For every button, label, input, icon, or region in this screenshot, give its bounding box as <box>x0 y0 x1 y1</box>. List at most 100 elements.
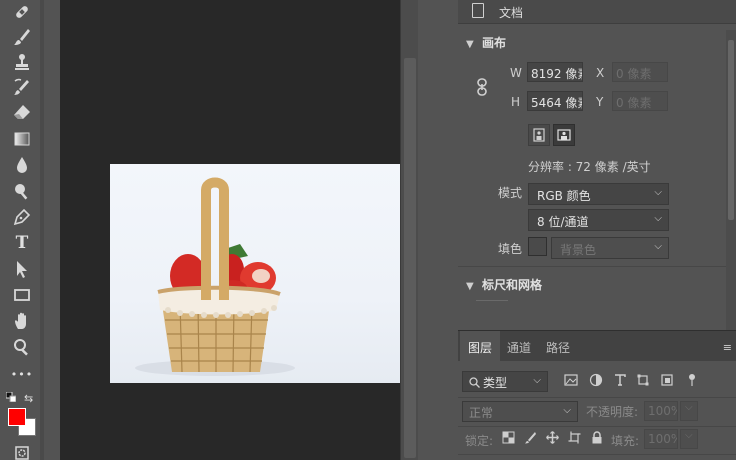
swap-colors-icon[interactable]: ⇆ <box>24 392 33 405</box>
properties-document-row: 文档 <box>458 0 736 24</box>
layers-panel: 图层 通道 路径 ≡ 类型⌵ 正常⌵ 不透明度: 100% ⌵ 锁定: 填充: … <box>458 330 736 460</box>
section-stub-line <box>476 300 508 301</box>
opacity-label: 不透明度: <box>586 405 639 419</box>
properties-scroll-thumb[interactable] <box>728 40 734 220</box>
chevron-down-icon: ▼ <box>466 281 474 292</box>
eraser-icon[interactable] <box>9 100 35 124</box>
fill-opacity-field[interactable]: 100% <box>644 429 678 449</box>
clone-stamp-icon[interactable] <box>9 50 35 74</box>
canvas-section-header[interactable]: ▼ 画布 <box>466 34 506 51</box>
height-field[interactable]: 5464 像素 <box>527 91 583 111</box>
fill-label: 填色 <box>498 242 523 256</box>
mode-label: 模式 <box>498 186 523 200</box>
layer-filter-select[interactable]: 类型 ⌵ <box>462 371 548 392</box>
canvas-vertical-scrollbar[interactable] <box>400 0 418 460</box>
strawberry-basket-photo <box>135 177 295 376</box>
landscape-icon <box>557 129 571 141</box>
zoom-icon[interactable] <box>9 335 35 359</box>
width-label: W <box>510 66 522 80</box>
y-label: Y <box>596 95 604 109</box>
rulers-section-title: 标尺和网格 <box>482 278 543 292</box>
tab-layers[interactable]: 图层 <box>460 331 501 361</box>
x-label: X <box>596 66 605 80</box>
y-field[interactable]: 0 像素 <box>612 91 668 111</box>
tools-panel-edge <box>40 0 44 460</box>
filter-adjustment-icon[interactable] <box>589 373 603 387</box>
tab-channels[interactable]: 通道 <box>499 331 539 361</box>
healing-brush-icon[interactable] <box>9 0 35 24</box>
gradient-icon[interactable] <box>9 127 35 151</box>
chevron-down-icon: ⌵ <box>563 405 571 416</box>
type-icon[interactable]: T <box>9 231 35 255</box>
opacity-dropdown-button[interactable]: ⌵ <box>680 401 698 421</box>
chevron-down-icon: ⌵ <box>533 375 541 386</box>
fill-opacity-label: 填充: <box>611 434 640 448</box>
panel-menu-icon[interactable]: ≡ <box>723 341 732 354</box>
tab-paths[interactable]: 路径 <box>538 331 578 361</box>
canvas-section-title: 画布 <box>482 36 507 50</box>
layers-divider <box>458 426 736 427</box>
rectangle-icon[interactable] <box>9 283 35 307</box>
color-swatches: ⇆ <box>6 392 40 438</box>
fill-opacity-dropdown-button[interactable]: ⌵ <box>680 429 698 449</box>
chevron-down-icon: ⌵ <box>654 241 662 252</box>
link-dimensions-icon[interactable] <box>476 78 488 96</box>
color-mode-select[interactable]: RGB 颜色 ⌵ <box>528 183 669 205</box>
document-image[interactable] <box>110 164 400 383</box>
pen-icon[interactable] <box>9 205 35 229</box>
brush-icon[interactable] <box>9 25 35 49</box>
blur-icon[interactable] <box>9 153 35 177</box>
bit-depth-select[interactable]: 8 位/通道 ⌵ <box>528 209 669 231</box>
layers-divider <box>458 397 736 398</box>
filter-pixel-icon[interactable] <box>564 373 578 387</box>
search-icon <box>469 377 480 388</box>
chevron-down-icon: ▼ <box>466 39 474 50</box>
more-tools-glyph: ••• <box>10 367 34 381</box>
lock-label: 锁定: <box>465 434 494 448</box>
path-selection-icon[interactable] <box>9 257 35 281</box>
section-divider <box>458 266 736 267</box>
canvas-scroll-thumb[interactable] <box>404 58 416 458</box>
lock-all-icon[interactable] <box>591 431 603 444</box>
quick-mask-icon[interactable] <box>9 446 35 460</box>
tools-panel: T ••• ⇆ <box>0 0 44 460</box>
chevron-down-icon: ⌵ <box>654 213 662 224</box>
opacity-field[interactable]: 100% <box>644 401 678 421</box>
rulers-section-header[interactable]: ▼ 标尺和网格 <box>466 276 542 293</box>
lock-image-pixels-icon[interactable] <box>524 431 537 444</box>
layer-filter-value: 类型 <box>483 376 508 390</box>
type-icon-glyph: T <box>15 233 29 253</box>
more-tools-icon[interactable]: ••• <box>9 362 35 386</box>
fill-color-swatch[interactable] <box>528 237 547 256</box>
filter-toggle-icon[interactable] <box>685 373 699 387</box>
lock-position-icon[interactable] <box>546 431 559 444</box>
document-label: 文档 <box>499 6 524 20</box>
layers-divider <box>458 454 736 455</box>
resolution-text: 分辨率 : 72 像素 /英寸 <box>528 160 651 174</box>
lock-transparent-pixels-icon[interactable] <box>502 431 515 444</box>
filter-smart-object-icon[interactable] <box>660 373 674 387</box>
height-label: H <box>511 95 521 109</box>
blend-mode-select[interactable]: 正常 ⌵ <box>462 401 578 422</box>
blend-mode-value: 正常 <box>469 406 494 420</box>
properties-scrollbar[interactable] <box>726 30 736 330</box>
properties-panel: 文档 ▼ 画布 W 8192 像素 X 0 像素 H 5464 像素 Y 0 像素… <box>418 0 736 330</box>
filter-shape-icon[interactable] <box>636 373 650 387</box>
filter-type-icon[interactable] <box>613 373 627 387</box>
bit-depth-value: 8 位/通道 <box>537 215 589 229</box>
lock-artboard-icon[interactable] <box>568 431 581 444</box>
landscape-orientation-button[interactable] <box>553 124 575 146</box>
fill-select[interactable]: 背景色 ⌵ <box>551 237 669 259</box>
history-brush-icon[interactable] <box>9 75 35 99</box>
panel-dock-spacer <box>418 330 458 460</box>
foreground-color-swatch[interactable] <box>8 408 26 426</box>
fill-value: 背景色 <box>560 243 597 257</box>
dodge-icon[interactable] <box>9 179 35 203</box>
hand-icon[interactable] <box>9 309 35 333</box>
width-field[interactable]: 8192 像素 <box>527 62 583 82</box>
portrait-icon <box>533 128 545 142</box>
chevron-down-icon: ⌵ <box>654 187 662 198</box>
default-colors-icon[interactable] <box>6 392 16 402</box>
portrait-orientation-button[interactable] <box>528 124 550 146</box>
x-field[interactable]: 0 像素 <box>612 62 668 82</box>
